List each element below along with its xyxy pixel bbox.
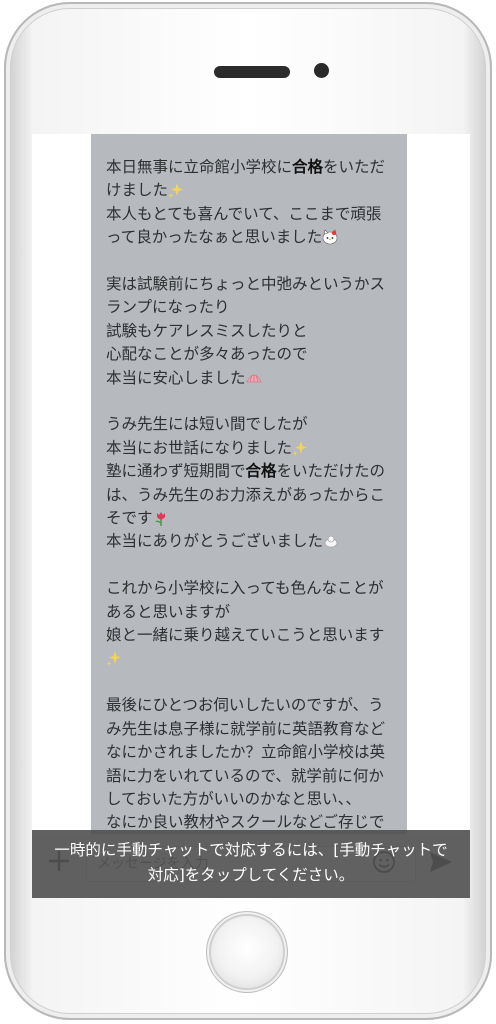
text-run: 心配なことが多々あったので [106, 345, 308, 364]
text-run: なにかされましたか？立命館小学校は英 [106, 743, 386, 762]
message-line: 本日無事に立命館小学校に合格をいただ [106, 156, 406, 179]
text-run: なにか良い教材やスクールなどご存じで [106, 813, 385, 832]
text-run: は、うみ先生のお力添えがあったからこ [106, 485, 386, 504]
message-line [106, 647, 406, 670]
message-line: 試験もケアレスミスしたりと [106, 320, 406, 343]
text-run: 最後にひとつお伺いしたいのですが、う [106, 696, 384, 715]
bold-keyword: 合格 [292, 158, 324, 176]
message-text: 本日無事に立命館小学校に合格をいただ けました 本人もとても喜んでいて、ここまで頑張… [106, 156, 406, 858]
sparkles-emoji-icon [168, 182, 184, 199]
text-run: これから小学校に入っても色んなことが [106, 579, 384, 598]
message-line: なにかされましたか？立命館小学校は英 [106, 741, 406, 764]
text-run: しておいた方がいいのかなと思い、、 [106, 789, 361, 808]
message-line: 語に力をいれているので、就学前に何か [106, 765, 406, 788]
phone-frame: 本日無事に立命館小学校に合格をいただ けました 本人もとても喜んでいて、ここまで頑張… [4, 2, 492, 1020]
sparkles-emoji-icon [106, 650, 122, 667]
text-run: をいただ [323, 158, 386, 176]
home-button[interactable] [211, 916, 283, 988]
front-camera [314, 63, 329, 78]
text-run: 本日無事に立命館小学校に [106, 158, 293, 176]
toast-line-1: 一時的に手動チャットで対応するには、[手動チャットで [54, 841, 448, 859]
message-line: しておいた方がいいのかなと思い、、 [106, 788, 406, 811]
text-run: あると思いますが [106, 602, 231, 621]
message-line: 本当にありがとうございました [106, 530, 406, 553]
text-run: 本人もとても喜んでいて、ここまで頑張 [106, 204, 382, 223]
message-line: は、うみ先生のお力添えがあったからこ [106, 484, 406, 507]
shell-emoji-icon [246, 370, 262, 386]
message-line: 心配なことが多々あったので [106, 343, 406, 366]
message-line: あると思いますが [106, 601, 406, 624]
toast-line-2: 対応]をタップしてください。 [147, 866, 355, 884]
text-run: 本当にお世話になりました [106, 438, 293, 457]
manual-chat-toast: 一時的に手動チャットで対応するには、[手動チャットで 対応]をタップしてください… [32, 830, 470, 898]
message-line: み先生は息子様に就学前に英語教育など [106, 718, 406, 741]
message-line: って良かったなぁと思いました [106, 226, 406, 249]
message-line: そです [106, 507, 406, 530]
message-line: 本当にお世話になりました [106, 437, 406, 460]
text-run: 本当に安心しました [106, 368, 246, 387]
bold-keyword: 合格 [245, 462, 277, 481]
cat-emoji-icon [322, 229, 338, 245]
message-line: 本当に安心しました [106, 367, 406, 390]
text-run: をいただけたの [276, 462, 386, 481]
message-line: うみ先生には短い間でしたが [106, 413, 406, 436]
message-line: 本人もとても喜んでいて、ここまで頑張 [106, 203, 406, 226]
text-run: 語に力をいれているので、就学前に何か [106, 766, 384, 785]
sparkles-emoji-icon [292, 440, 308, 456]
message-line: 最後にひとつお伺いしたいのですが、う [106, 694, 406, 717]
message-line: 実は試験前にちょっと中弛みというかス [106, 273, 406, 296]
bow-emoji-icon [323, 533, 339, 549]
text-run: 塾に通わず短期間で [106, 462, 246, 481]
speaker-grille [214, 66, 290, 78]
text-run: 本当にありがとうございました [106, 532, 324, 551]
text-run: って良かったなぁと思いました [106, 228, 323, 247]
chat-screen: 本日無事に立命館小学校に合格をいただ けました 本人もとても喜んでいて、ここまで頑張… [32, 134, 470, 898]
text-run: ランプになったり [106, 298, 230, 317]
message-line: 娘と一緒に乗り越えていこうと思います [106, 624, 406, 647]
text-run: けました [106, 181, 169, 200]
text-run: 実は試験前にちょっと中弛みというかス [106, 275, 386, 294]
message-line: けました [106, 179, 406, 202]
message-line: これから小学校に入っても色んなことが [106, 577, 406, 600]
message-line: ランプになったり [106, 296, 406, 319]
text-run: そです [106, 509, 153, 528]
text-run: うみ先生には短い間でしたが [106, 415, 308, 434]
message-line: 塾に通わず短期間で合格をいただけたの [106, 460, 406, 483]
tulip-emoji-icon [153, 510, 169, 527]
text-run: み先生は息子様に就学前に英語教育など [106, 719, 386, 738]
text-run: 娘と一緒に乗り越えていこうと思います [106, 626, 385, 645]
text-run: 試験もケアレスミスしたりと [106, 321, 308, 340]
